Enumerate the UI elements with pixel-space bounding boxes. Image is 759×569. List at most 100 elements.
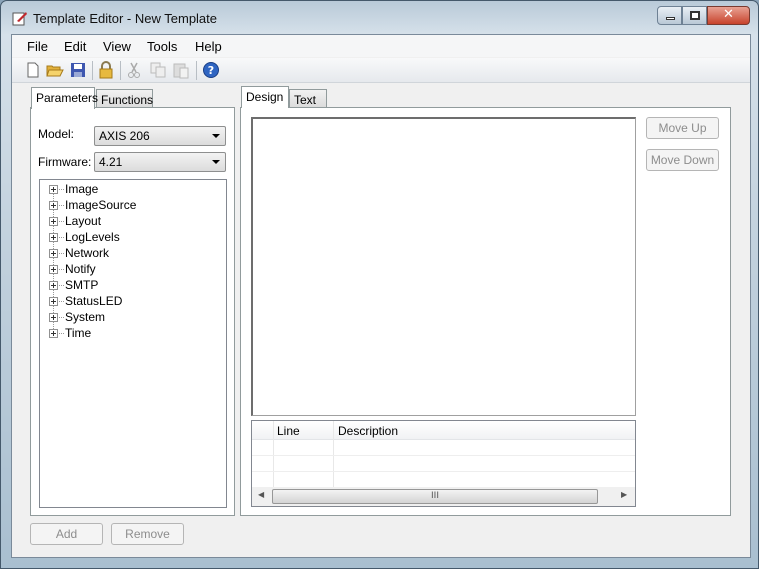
- chevron-down-icon: [212, 134, 220, 138]
- tree-connector: [59, 333, 64, 334]
- horizontal-scrollbar[interactable]: ◀ III ▶: [252, 487, 635, 506]
- toolbar: ?: [12, 58, 750, 83]
- tree-node-label: Image: [65, 182, 99, 196]
- expand-icon[interactable]: [49, 233, 58, 242]
- scroll-grip: III: [431, 491, 439, 501]
- tree-node[interactable]: SMTP: [49, 278, 219, 294]
- firmware-label: Firmware:: [38, 155, 92, 169]
- line-grid[interactable]: Line Description ◀ III ▶: [251, 420, 636, 507]
- lock-icon[interactable]: [97, 61, 115, 79]
- window-frame: Template Editor - New Template ✕ File Ed…: [0, 0, 759, 569]
- tree-connector: [59, 285, 64, 286]
- tree-node-label: ImageSource: [65, 198, 137, 212]
- paste-icon[interactable]: [172, 61, 190, 79]
- tree-node-label: Time: [65, 326, 92, 340]
- open-folder-icon[interactable]: [46, 61, 64, 79]
- new-file-icon[interactable]: [24, 61, 42, 79]
- design-panel: Move Up Move Down Line Description ◀ III…: [240, 107, 731, 516]
- tree-node[interactable]: ImageSource: [49, 198, 219, 214]
- remove-button[interactable]: Remove: [111, 523, 184, 545]
- tree-node-label: System: [65, 310, 106, 324]
- tree-node[interactable]: Time: [49, 326, 219, 342]
- menu-help[interactable]: Help: [195, 39, 222, 54]
- scroll-right-icon[interactable]: ▶: [621, 490, 627, 499]
- expand-icon[interactable]: [49, 249, 58, 258]
- tree-node-label: LogLevels: [65, 230, 120, 244]
- menu-edit[interactable]: Edit: [64, 39, 86, 54]
- menu-view[interactable]: View: [103, 39, 131, 54]
- model-value: AXIS 206: [99, 129, 150, 143]
- add-button[interactable]: Add: [30, 523, 103, 545]
- tree-node-label: Network: [65, 246, 110, 260]
- toolbar-separator: [120, 61, 121, 80]
- tree-connector: [59, 253, 64, 254]
- client-area: File Edit View Tools Help ? Parameters F…: [11, 34, 751, 558]
- save-icon[interactable]: [69, 61, 87, 79]
- tree-connector: [59, 237, 64, 238]
- grid-header: Line Description: [252, 421, 635, 487]
- move-down-button[interactable]: Move Down: [646, 149, 719, 171]
- tree-connector: [59, 189, 64, 190]
- design-canvas[interactable]: [251, 117, 636, 416]
- expand-icon[interactable]: [49, 217, 58, 226]
- tree-connector: [59, 205, 64, 206]
- parameter-tree[interactable]: Image ImageSource Layout LogLevels Network No…: [39, 179, 227, 508]
- scroll-thumb[interactable]: III: [272, 489, 598, 504]
- window-title: Template Editor - New Template: [33, 11, 218, 26]
- expand-icon[interactable]: [49, 185, 58, 194]
- expand-icon[interactable]: [49, 329, 58, 338]
- model-label: Model:: [38, 127, 75, 141]
- tree-node[interactable]: Image: [49, 182, 219, 198]
- tree-node[interactable]: LogLevels: [49, 230, 219, 246]
- tree-connector: [59, 301, 64, 302]
- tab-text[interactable]: Text: [289, 89, 327, 109]
- tree-node[interactable]: StatusLED: [49, 294, 219, 310]
- tab-parameters[interactable]: Parameters: [31, 87, 98, 109]
- maximize-button[interactable]: [682, 6, 707, 25]
- toolbar-separator: [196, 61, 197, 80]
- grid-row-divider: [252, 455, 635, 456]
- expand-icon[interactable]: [49, 313, 58, 322]
- tree-node[interactable]: Layout: [49, 214, 219, 230]
- tree-node-label: Layout: [65, 214, 102, 228]
- tree-node[interactable]: System: [49, 310, 219, 326]
- copy-icon[interactable]: [149, 61, 167, 79]
- menu-file[interactable]: File: [27, 39, 48, 54]
- tree-node-label: SMTP: [65, 278, 99, 292]
- scroll-left-icon[interactable]: ◀: [258, 490, 264, 499]
- expand-icon[interactable]: [49, 281, 58, 290]
- expand-icon[interactable]: [49, 265, 58, 274]
- tree-node[interactable]: Notify: [49, 262, 219, 278]
- toolbar-separator: [92, 61, 93, 80]
- minimize-button[interactable]: [657, 6, 682, 25]
- expand-icon[interactable]: [49, 297, 58, 306]
- chevron-down-icon: [212, 160, 220, 164]
- svg-text:?: ?: [208, 64, 214, 77]
- expand-icon[interactable]: [49, 201, 58, 210]
- tree-node[interactable]: Network: [49, 246, 219, 262]
- restore-icon: [690, 11, 700, 20]
- model-dropdown[interactable]: AXIS 206: [94, 126, 226, 146]
- close-icon: ✕: [723, 7, 734, 22]
- minimize-icon: [666, 17, 675, 20]
- column-line[interactable]: Line: [277, 424, 300, 438]
- menu-bar: File Edit View Tools Help: [12, 35, 750, 57]
- tree-connector: [59, 269, 64, 270]
- tree-connector: [59, 317, 64, 318]
- tree-connector: [59, 221, 64, 222]
- help-icon[interactable]: ?: [202, 61, 220, 79]
- close-button[interactable]: ✕: [707, 6, 750, 25]
- firmware-value: 4.21: [99, 155, 123, 169]
- move-up-button[interactable]: Move Up: [646, 117, 719, 139]
- tab-functions[interactable]: Functions: [96, 89, 153, 109]
- firmware-dropdown[interactable]: 4.21: [94, 152, 226, 172]
- cut-icon[interactable]: [125, 61, 143, 79]
- menu-tools[interactable]: Tools: [147, 39, 177, 54]
- tree-node-label: StatusLED: [65, 294, 123, 308]
- app-icon: [12, 12, 27, 26]
- grid-row-divider: [252, 471, 635, 472]
- parameters-panel: Model: AXIS 206 Firmware: 4.21 Image Imag…: [30, 107, 235, 516]
- tab-design[interactable]: Design: [241, 86, 289, 108]
- column-description[interactable]: Description: [338, 424, 398, 438]
- tree-node-label: Notify: [65, 262, 96, 276]
